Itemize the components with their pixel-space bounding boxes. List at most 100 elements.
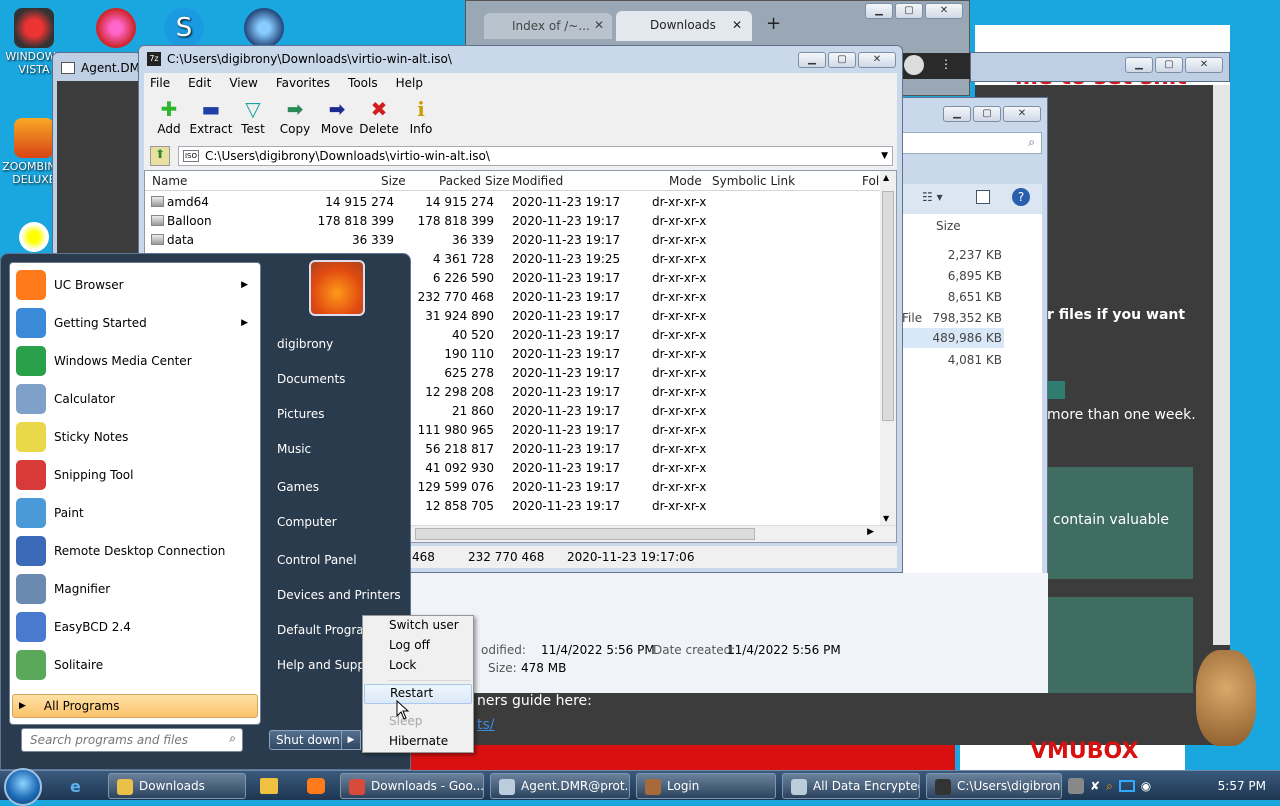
maximize-button[interactable]: ▢	[973, 106, 1001, 122]
place-devices-and-printers[interactable]: Devices and Printers	[277, 588, 401, 602]
menu-favorites[interactable]: Favorites	[276, 76, 330, 90]
place-documents[interactable]: Documents	[277, 372, 345, 386]
delete-button[interactable]: ✖ Delete	[357, 96, 401, 136]
menu-edit[interactable]: Edit	[188, 76, 211, 90]
user-avatar[interactable]	[309, 260, 365, 316]
tab-downloads[interactable]: Downloads ✕	[616, 11, 752, 41]
close-button[interactable]: ✕	[925, 3, 963, 19]
taskbar-button[interactable]: Downloads - Goo...	[340, 773, 484, 799]
search-box[interactable]: ⌕	[896, 132, 1042, 154]
column-header-symbolic-link[interactable]: Symbolic Link	[712, 174, 795, 188]
menu-tools[interactable]: Tools	[348, 76, 378, 90]
web-scrollbar[interactable]	[1213, 85, 1230, 645]
minimize-button[interactable]: ▁	[798, 52, 826, 68]
maximize-button[interactable]: ▢	[895, 3, 923, 19]
taskbar-button[interactable]: Agent.DMR@prot...	[490, 773, 630, 799]
search-icon[interactable]: ⌕	[1028, 135, 1035, 150]
taskbar-button[interactable]: All Data Encrypted	[782, 773, 920, 799]
taskbar-button[interactable]: Downloads	[108, 773, 246, 799]
minimize-button[interactable]: ▁	[865, 3, 893, 19]
profile-avatar[interactable]	[904, 55, 924, 75]
place-control-panel[interactable]: Control Panel	[277, 553, 357, 567]
desktop-icon-skype[interactable]: S	[152, 8, 216, 50]
scroll-thumb[interactable]	[415, 528, 755, 540]
shutdown-options-button[interactable]: ▶	[341, 730, 361, 750]
close-icon[interactable]: ✕	[732, 18, 742, 32]
up-folder-icon[interactable]: ⬆	[150, 146, 170, 166]
place-user[interactable]: digibrony	[277, 337, 333, 351]
place-pictures[interactable]: Pictures	[277, 407, 325, 421]
program-item[interactable]: EasyBCD 2.4	[12, 609, 258, 645]
tray-app-icon[interactable]	[1068, 778, 1084, 794]
menu-item-lock[interactable]: Lock	[364, 656, 472, 676]
internet-explorer-icon[interactable]: e	[70, 777, 81, 796]
copy-button[interactable]: ➡ Copy	[273, 96, 317, 136]
menu-file[interactable]: File	[150, 76, 170, 90]
path-input[interactable]: ISO C:\Users\digibrony\Downloads\virtio-…	[178, 146, 893, 166]
column-header-packed-size[interactable]: Packed Size	[439, 174, 510, 188]
menu-view[interactable]: View	[229, 76, 257, 90]
minimize-button[interactable]: ▁	[1125, 57, 1153, 73]
uc-browser-icon[interactable]	[307, 778, 325, 794]
minimize-button[interactable]: ▁	[943, 106, 971, 122]
web-link[interactable]: ts/	[477, 717, 495, 733]
maximize-button[interactable]: ▢	[828, 52, 856, 68]
desktop-icon-p[interactable]	[84, 8, 148, 50]
selected-row[interactable]: 489,986 KB	[896, 328, 1004, 348]
info-button[interactable]: i Info	[399, 96, 443, 136]
test-button[interactable]: ▽ Test	[231, 96, 275, 136]
menu-item-switch-user[interactable]: Switch user	[364, 616, 472, 636]
program-item[interactable]: Snipping Tool	[12, 457, 258, 493]
menu-item-restart[interactable]: Restart	[364, 684, 472, 704]
close-icon[interactable]: ✕	[594, 18, 604, 32]
table-row[interactable]: amd64 14 915 274 14 915 274 2020-11-23 19:1…	[145, 192, 880, 211]
tray-search-icon[interactable]: ⌕	[1106, 779, 1113, 794]
new-tab-button[interactable]: +	[766, 13, 781, 34]
vertical-scrollbar[interactable]: ▲ ▼	[880, 171, 896, 525]
program-item[interactable]: Solitaire	[12, 647, 258, 683]
help-icon[interactable]: ?	[1012, 188, 1030, 206]
place-music[interactable]: Music	[277, 442, 311, 456]
tray-power-icon[interactable]: ◉	[1141, 779, 1151, 793]
views-icon[interactable]: ☷ ▾	[922, 190, 943, 204]
table-row[interactable]: Balloon 178 818 399 178 818 399 2020-11-23 …	[145, 211, 880, 230]
program-item[interactable]: Getting Started ▶	[12, 305, 258, 341]
place-games[interactable]: Games	[277, 480, 319, 494]
program-item[interactable]: UC Browser ▶	[12, 267, 258, 303]
scroll-right-icon[interactable]: ▶	[867, 527, 874, 537]
taskbar-button[interactable]: C:\Users\digibron...	[926, 773, 1062, 799]
program-item[interactable]: Calculator	[12, 381, 258, 417]
add-button[interactable]: ✚ Add	[147, 96, 191, 136]
menu-help[interactable]: Help	[396, 76, 423, 90]
close-button[interactable]: ✕	[1185, 57, 1223, 73]
preview-pane-icon[interactable]	[976, 190, 990, 204]
all-programs-button[interactable]: ▶ All Programs	[12, 694, 258, 718]
program-item[interactable]: Windows Media Center	[12, 343, 258, 379]
place-computer[interactable]: Computer	[277, 515, 337, 529]
menu-item-log-off[interactable]: Log off	[364, 636, 472, 656]
start-button[interactable]	[4, 768, 42, 806]
chevron-down-icon[interactable]: ▼	[881, 147, 888, 165]
column-header-name[interactable]: Name	[152, 174, 187, 188]
column-header-modified[interactable]: Modified	[512, 174, 563, 188]
media-player-icon[interactable]	[260, 778, 278, 794]
table-row[interactable]: data 36 339 36 339 2020-11-23 19:17 dr-xr-xr…	[145, 230, 880, 249]
program-item[interactable]: Remote Desktop Connection	[12, 533, 258, 569]
program-item[interactable]: Sticky Notes	[12, 419, 258, 455]
move-button[interactable]: ➡ Move	[315, 96, 359, 136]
tray-tools-icon[interactable]: ✘	[1090, 779, 1100, 793]
column-header-size[interactable]: Size	[936, 219, 961, 233]
menu-kebab-icon[interactable]: ⋮	[940, 57, 952, 71]
start-search-input[interactable]: Search programs and files ⌕	[21, 728, 243, 752]
program-item[interactable]: Magnifier	[12, 571, 258, 607]
column-header-folders[interactable]: Fol	[862, 174, 879, 188]
program-item[interactable]: Paint	[12, 495, 258, 531]
extract-button[interactable]: ▬ Extract	[189, 96, 233, 136]
taskbar-clock[interactable]: 5:57 PM	[1218, 779, 1266, 793]
desktop-icon-globe[interactable]	[232, 8, 296, 50]
column-header-size[interactable]: Size	[381, 174, 406, 188]
close-button[interactable]: ✕	[858, 52, 896, 68]
taskbar-button[interactable]: Login	[636, 773, 776, 799]
scroll-down-icon[interactable]: ▼	[883, 514, 889, 523]
tab-index[interactable]: Index of /~... ✕	[484, 13, 612, 39]
